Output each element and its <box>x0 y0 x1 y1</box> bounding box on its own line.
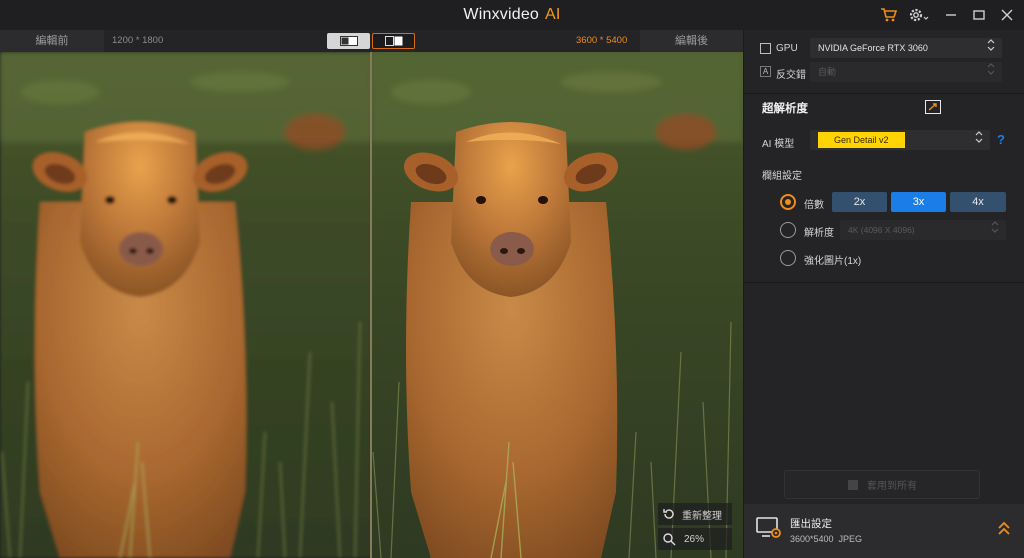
export-detail: 3600*5400 JPEG <box>790 534 863 544</box>
help-icon[interactable]: ? <box>997 132 1005 147</box>
compare-divider[interactable] <box>370 52 372 558</box>
scale-label: 倍數 <box>804 200 824 211</box>
compare-header: 編輯前 1200 * 1800 3600 * 5400 編輯後 <box>0 30 743 52</box>
export-title: 匯出設定 <box>790 518 832 530</box>
ai-model-select[interactable]: Gen Detail v2 <box>810 130 990 150</box>
gear-icon[interactable] <box>906 5 930 25</box>
gpu-select[interactable]: NVIDIA GeForce RTX 3060 <box>810 38 1002 58</box>
zoom-control[interactable]: 26% <box>658 528 732 550</box>
tab-after[interactable]: 編輯後 <box>640 30 743 52</box>
apply-all-button[interactable]: 套用到所有 <box>784 470 980 499</box>
compare-view-icon <box>384 36 402 46</box>
side-by-side-view-button[interactable] <box>327 33 370 49</box>
reset-button[interactable]: 重新整理 <box>658 503 732 525</box>
section-divider <box>744 93 1024 94</box>
refresh-icon <box>663 509 674 519</box>
ai-model-label: AI 模型 <box>762 139 795 150</box>
enhance-radio[interactable] <box>780 250 796 266</box>
export-settings[interactable]: 匯出設定 3600*5400 JPEG <box>744 504 1024 558</box>
resolution-label: 解析度 <box>804 228 834 239</box>
deinterlace-value: 自動 <box>818 67 837 77</box>
after-resolution: 3600 * 5400 <box>576 35 628 46</box>
monitor-settings-icon <box>756 517 781 538</box>
resolution-value: 4K (4096 X 4096) <box>848 225 915 235</box>
scale-2x-button[interactable]: 2x <box>832 192 887 212</box>
gpu-label: GPU <box>776 43 798 54</box>
compare-view-button[interactable] <box>372 33 415 49</box>
scale-3x-button[interactable]: 3x <box>891 192 946 212</box>
gpu-value: NVIDIA GeForce RTX 3060 <box>818 43 928 53</box>
chevron-updown-icon <box>987 62 995 82</box>
expand-icon[interactable] <box>925 100 941 114</box>
app-name: Winxvideo <box>463 6 540 23</box>
tab-before[interactable]: 編輯前 <box>0 30 104 52</box>
before-resolution: 1200 * 1800 <box>112 35 164 46</box>
zoom-level: 26% <box>684 533 705 545</box>
gpu-checkbox[interactable] <box>760 43 771 54</box>
app-name-suffix: AI <box>545 6 561 23</box>
section-title: 超解析度 <box>762 103 808 115</box>
deinterlace-select[interactable]: 自動 <box>810 62 1002 82</box>
reset-label: 重新整理 <box>682 510 722 522</box>
minimize-icon[interactable] <box>940 5 962 25</box>
resolution-select[interactable]: 4K (4096 X 4096) <box>840 220 1006 240</box>
chevron-updown-icon <box>991 220 999 240</box>
maximize-icon[interactable] <box>968 5 990 25</box>
apply-all-label: 套用到所有 <box>867 481 917 492</box>
scale-radio[interactable] <box>780 194 796 210</box>
scale-4x-button[interactable]: 4x <box>950 192 1006 212</box>
close-icon[interactable] <box>996 5 1018 25</box>
ai-model-value: Gen Detail v2 <box>818 132 905 148</box>
deinterlace-label: 反交錯 <box>776 70 806 81</box>
chevron-updown-icon <box>987 38 995 58</box>
title-bar: Winxvideo AI <box>0 0 1024 30</box>
chevron-double-up-icon[interactable] <box>996 520 1012 536</box>
section-divider <box>744 282 1024 283</box>
cart-icon[interactable] <box>878 5 900 25</box>
settings-panel: GPU NVIDIA GeForce RTX 3060 A 反交錯 自動 超解析… <box>744 30 1024 558</box>
enhance-label: 強化圖片(1x) <box>804 256 862 267</box>
chevron-updown-icon <box>975 130 983 150</box>
module-settings-label: 欄組設定 <box>762 171 802 182</box>
zoom-icon <box>663 533 676 546</box>
resolution-radio[interactable] <box>780 222 796 238</box>
app-title: Winxvideo AI <box>0 6 1024 24</box>
deinterlace-icon: A <box>760 66 771 77</box>
layers-icon <box>848 479 858 490</box>
split-view-icon <box>339 36 358 46</box>
